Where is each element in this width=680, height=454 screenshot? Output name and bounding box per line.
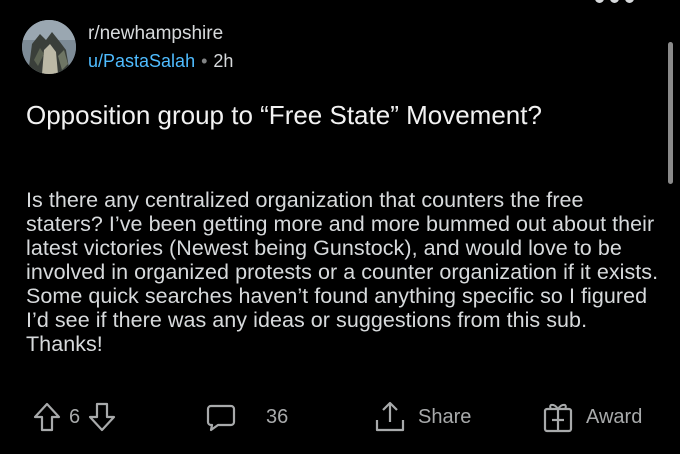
avatar-image	[22, 20, 76, 74]
vote-count: 6	[69, 405, 81, 428]
comment-count: 36	[266, 405, 289, 428]
post-header: r/newhampshire u/PastaSalah • 2h	[22, 20, 233, 74]
share-icon	[374, 400, 406, 434]
post-body: Is there any centralized organization th…	[26, 188, 659, 356]
award-icon	[542, 400, 574, 434]
share-button[interactable]: Share	[374, 400, 471, 434]
post-title: Opposition group to “Free State” Movemen…	[26, 100, 542, 130]
downvote-icon[interactable]	[88, 402, 116, 432]
share-label: Share	[418, 405, 472, 428]
author-line: u/PastaSalah • 2h	[88, 49, 233, 73]
comments-button[interactable]: 36	[206, 402, 288, 432]
post-age: 2h	[213, 50, 234, 71]
vote-group: 6	[33, 402, 116, 432]
dot	[610, 0, 619, 3]
author-link[interactable]: u/PastaSalah	[88, 51, 195, 71]
separator-dot: •	[201, 50, 208, 71]
comment-icon	[206, 402, 236, 432]
scrollbar[interactable]	[668, 42, 673, 184]
upvote-icon[interactable]	[33, 402, 61, 432]
dot	[595, 0, 604, 3]
more-dots-icon[interactable]	[595, 0, 634, 3]
award-label: Award	[586, 405, 643, 428]
dot	[625, 0, 634, 3]
action-bar: 6 36 Share Award	[0, 396, 680, 440]
subreddit-link[interactable]: r/newhampshire	[88, 22, 233, 46]
subreddit-avatar[interactable]	[22, 20, 76, 74]
award-button[interactable]: Award	[542, 400, 642, 434]
post-meta: r/newhampshire u/PastaSalah • 2h	[88, 22, 233, 73]
